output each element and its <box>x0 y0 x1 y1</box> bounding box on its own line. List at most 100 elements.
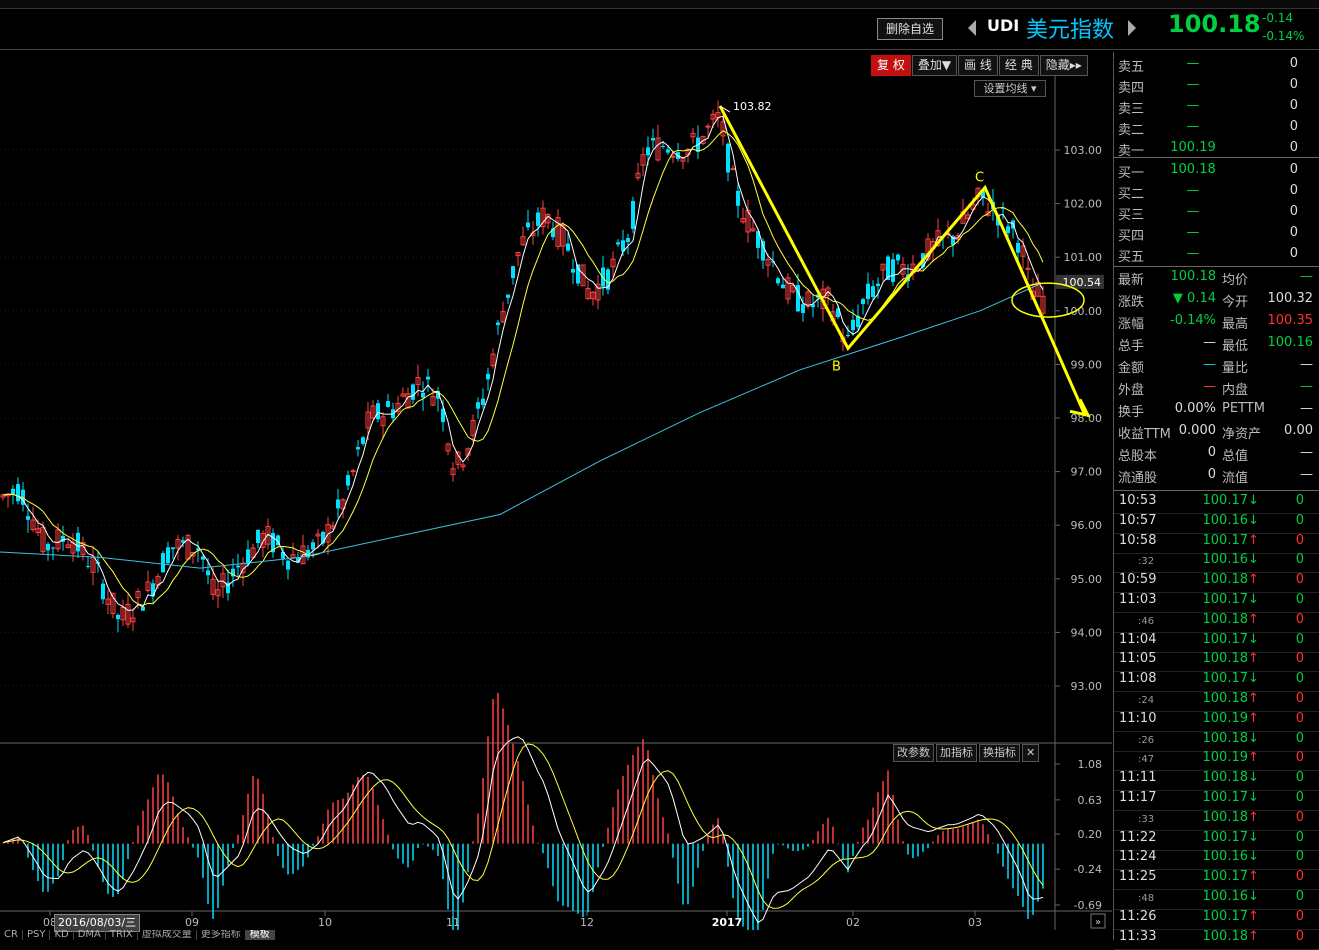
indicator-tick-label: 1.08 <box>1078 758 1103 771</box>
stat-row: 涨跌 ▼ 0.14 今开 100.32 <box>1118 291 1315 313</box>
tick-volume: 0 <box>1295 809 1304 825</box>
tick-row: 10:57 100.16 ↓ 0 <box>1114 513 1319 534</box>
close-icon[interactable]: ✕ <box>1022 744 1040 762</box>
stat-value: 0 <box>1207 467 1216 482</box>
candle-body-down <box>496 322 500 326</box>
arrow-down-icon: ↓ <box>1248 552 1259 568</box>
next-symbol-icon[interactable] <box>1128 20 1136 36</box>
time-tick-label: 09 <box>185 916 199 929</box>
highlight-ellipse <box>1011 282 1085 318</box>
tick-price: 100.17 <box>1202 869 1249 885</box>
classic-button[interactable]: 经 典 <box>998 55 1039 76</box>
bid-row: 买五 — 0 <box>1118 246 1315 267</box>
candle-body-down <box>386 401 390 407</box>
stat-row: 金额 — 量比 — <box>1118 357 1315 379</box>
edit-params-button[interactable]: 改参数 <box>893 744 934 762</box>
tick-row: :26 100.18 ↓ 0 <box>1114 731 1319 752</box>
tick-price: 100.18 <box>1202 809 1249 825</box>
quote-label: 卖三 <box>1118 102 1145 117</box>
price-tick-label: 101.00 <box>1064 251 1103 264</box>
tab-trix[interactable]: TRIX <box>106 930 138 940</box>
bid-row: 买四 — 0 <box>1118 225 1315 246</box>
tick-row: 11:33 100.18 ↑ 0 <box>1114 929 1319 950</box>
tick-row: :48 100.16 ↓ 0 <box>1114 889 1319 910</box>
candle-body-down <box>411 384 415 400</box>
tick-time: 11:22 <box>1119 829 1157 845</box>
tab-more-indicators[interactable]: 更多指标 <box>197 930 246 940</box>
stat-label: 涨幅 <box>1118 317 1145 332</box>
stat-label: 换手 <box>1118 405 1145 420</box>
arrow-up-icon: ↑ <box>1248 691 1259 706</box>
prev-symbol-icon[interactable] <box>968 20 976 36</box>
tab-cr[interactable]: CR <box>0 930 23 940</box>
tick-volume: 0 <box>1295 710 1304 726</box>
candle-body-down <box>1006 226 1010 234</box>
candle-body-down <box>781 284 785 289</box>
quote-label: 买五 <box>1118 250 1145 265</box>
candle-body-down <box>891 259 895 282</box>
tick-row: :47 100.19 ↑ 0 <box>1114 750 1319 772</box>
stat-value: — <box>1300 357 1313 372</box>
add-indicator-button[interactable]: 加指标 <box>936 744 977 762</box>
candle-body-down <box>761 240 765 261</box>
tick-price: 100.18 <box>1202 928 1249 944</box>
ma-setting-dropdown[interactable]: 设置均线 ▾ <box>974 80 1046 97</box>
tick-price: 100.17 <box>1202 671 1249 687</box>
quote-label: 买二 <box>1118 187 1145 202</box>
price-tick-label: 97.00 <box>1071 466 1103 479</box>
tick-volume: 0 <box>1295 908 1304 924</box>
candle-body-up <box>705 125 711 128</box>
quote-price: — <box>1186 77 1200 92</box>
tick-time: 10:53 <box>1119 493 1157 508</box>
candle-body-down <box>571 269 575 273</box>
tab-psy[interactable]: PSY <box>23 930 51 940</box>
top-menu-bar <box>0 0 1319 9</box>
tab-template[interactable]: 模板 <box>245 930 275 940</box>
quote-price: — <box>1186 183 1200 198</box>
candle-body-down <box>476 402 480 409</box>
candle-body-down <box>141 606 145 611</box>
tab-dma[interactable]: DMA <box>74 930 106 940</box>
candlestick-chart[interactable]: 103.00102.00101.00100.0099.0098.0097.009… <box>0 76 1112 930</box>
draw-line-button[interactable]: 画 线 <box>958 55 998 76</box>
stat-label: 净资产 <box>1222 427 1262 442</box>
candle-body-down <box>16 484 20 502</box>
price-tick-label: 103.00 <box>1064 144 1103 157</box>
tab-virtual-volume[interactable]: 虚拟成交量 <box>138 930 197 940</box>
ma-mid-line <box>2 130 1044 606</box>
tick-price: 100.18 <box>1202 691 1249 706</box>
tick-row: 10:59 100.18 ↑ 0 <box>1114 572 1319 594</box>
switch-indicator-button[interactable]: 换指标 <box>979 744 1020 762</box>
indicator-tick-label: 0.63 <box>1078 794 1103 807</box>
candle-body-down <box>376 403 380 420</box>
candle-body-down <box>116 614 120 620</box>
tick-price: 100.17 <box>1202 829 1249 845</box>
tick-price: 100.17 <box>1202 592 1249 607</box>
restore-rights-button[interactable]: 复 权 <box>871 55 911 76</box>
candle-body-down <box>511 266 515 279</box>
candle-body-down <box>51 547 55 549</box>
candle-body-down <box>171 547 175 550</box>
symbol-code: UDI <box>987 16 1020 35</box>
arrow-up-icon: ↑ <box>1248 710 1259 726</box>
candle-body-down <box>846 334 850 336</box>
tab-kd[interactable]: KD <box>50 930 74 940</box>
high-annotation-label: 103.82 <box>733 100 772 113</box>
candle-body-down <box>851 319 855 331</box>
tick-time: 11:17 <box>1119 790 1157 805</box>
overlay-button[interactable]: 叠加▼ <box>911 55 958 76</box>
candle-body-down <box>481 398 485 405</box>
tick-volume: 0 <box>1295 592 1304 607</box>
tick-price: 100.17 <box>1202 532 1249 548</box>
time-tick-label: 02 <box>846 916 860 929</box>
tick-price: 100.18 <box>1202 730 1249 746</box>
stat-value: — <box>1300 445 1313 460</box>
stat-value: — <box>1300 467 1313 482</box>
hide-button[interactable]: 隐藏▸▸ <box>1039 55 1088 76</box>
stat-row: 换手 0.00% PETTM — <box>1118 401 1315 423</box>
stat-label: 总值 <box>1222 449 1249 464</box>
arrow-down-icon: ↓ <box>1248 592 1259 607</box>
stat-value: 100.18 <box>1170 269 1217 284</box>
delete-favorite-button[interactable]: 删除自选 <box>877 18 943 40</box>
tick-volume: 0 <box>1295 691 1304 706</box>
